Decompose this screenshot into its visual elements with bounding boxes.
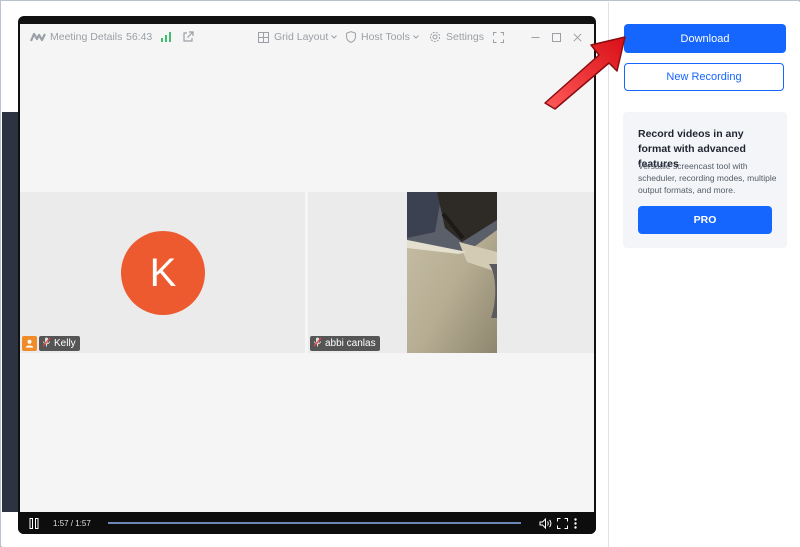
chevron-down-icon <box>331 35 338 39</box>
grid-layout-label: Grid Layout <box>274 31 329 43</box>
gear-icon <box>429 31 441 43</box>
signal-strength-icon <box>161 24 172 50</box>
pro-promo-card: Record videos in any format with advance… <box>623 112 787 248</box>
participant-video-feed <box>407 192 497 353</box>
pro-upgrade-button[interactable]: PRO <box>638 206 772 234</box>
download-button[interactable]: Download <box>624 24 786 53</box>
settings-button[interactable]: Settings <box>429 24 484 50</box>
new-recording-button[interactable]: New Recording <box>624 63 784 91</box>
app-logo-icon <box>30 32 46 42</box>
meeting-details-button[interactable]: Meeting Details <box>30 24 122 50</box>
grid-layout-button[interactable]: Grid Layout <box>258 24 338 50</box>
page: Meeting Details 56:43 Grid Layout Host T… <box>0 0 800 547</box>
background-strip <box>2 112 18 512</box>
meeting-recording-frame: Meeting Details 56:43 Grid Layout Host T… <box>20 24 594 512</box>
playback-time: 1:57 / 1:57 <box>53 519 91 528</box>
participant-label: Kelly <box>39 336 80 351</box>
pause-icon[interactable] <box>29 518 39 531</box>
meeting-toolbar: Meeting Details 56:43 Grid Layout Host T… <box>20 24 594 50</box>
participant-label: abbi canlas <box>310 336 380 351</box>
shield-icon <box>346 31 356 43</box>
meeting-duration: 56:43 <box>126 31 153 43</box>
participant-name-bar: Kelly <box>22 336 80 351</box>
video-player[interactable]: Meeting Details 56:43 Grid Layout Host T… <box>18 16 596 534</box>
mic-muted-icon <box>42 337 51 350</box>
fullscreen-icon[interactable] <box>493 24 504 50</box>
progress-track[interactable] <box>108 522 521 524</box>
mic-muted-icon <box>313 337 322 350</box>
fullscreen-icon[interactable] <box>557 518 568 531</box>
volume-icon[interactable] <box>539 517 552 531</box>
host-tools-label: Host Tools <box>361 31 410 43</box>
more-options-icon[interactable] <box>574 518 577 531</box>
action-sidebar: Download New Recording Record videos in … <box>608 2 800 547</box>
host-badge-icon <box>22 336 37 351</box>
participant-name: Kelly <box>54 338 76 349</box>
grid-icon <box>258 31 269 43</box>
red-arrow-annotation-icon <box>544 36 626 110</box>
share-icon[interactable] <box>182 24 194 50</box>
host-tools-button[interactable]: Host Tools <box>346 24 419 50</box>
settings-label: Settings <box>446 31 484 43</box>
participant-name: abbi canlas <box>325 338 376 349</box>
participant-tile-kelly[interactable]: K Kelly <box>20 192 305 353</box>
chevron-down-icon <box>412 35 419 39</box>
participant-tile-abbi[interactable]: abbi canlas <box>308 192 594 353</box>
promo-description: Versatile screencast tool with scheduler… <box>638 161 777 195</box>
player-controls: 1:57 / 1:57 <box>18 512 596 534</box>
progress-fill <box>108 522 521 524</box>
meeting-details-label: Meeting Details <box>50 31 123 43</box>
avatar: K <box>121 231 205 315</box>
preview-area: Meeting Details 56:43 Grid Layout Host T… <box>2 2 608 547</box>
minimize-icon[interactable] <box>531 24 540 50</box>
participant-name-bar: abbi canlas <box>310 336 380 351</box>
